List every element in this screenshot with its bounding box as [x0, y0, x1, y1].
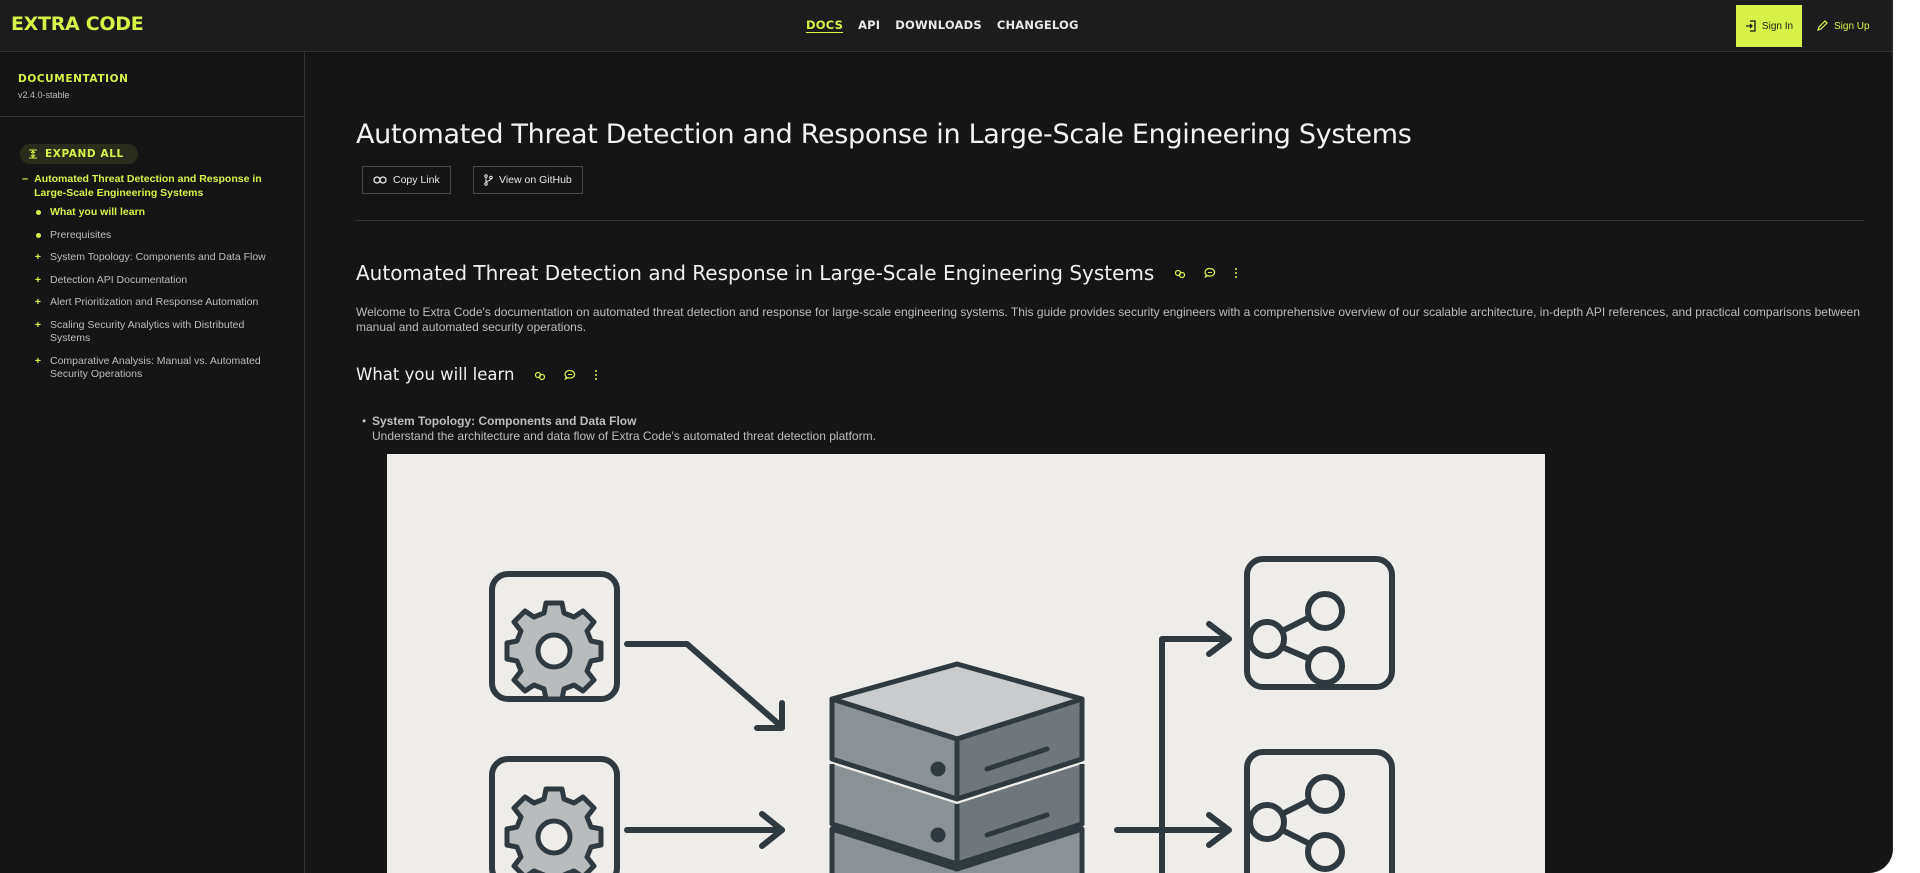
expand-all-label: EXPAND ALL	[45, 148, 124, 160]
tree-root-label: Automated Threat Detection and Response …	[34, 173, 262, 199]
primary-nav: DOCS API DOWNLOADS CHANGELOG	[806, 18, 1079, 32]
sidebar-header: DOCUMENTATION v2.4.0-stable	[0, 52, 304, 117]
collapse-icon[interactable]: –	[22, 172, 28, 200]
nav-api[interactable]: API	[858, 18, 880, 32]
bullet-icon: •	[362, 414, 367, 428]
sidebar-title: DOCUMENTATION	[18, 73, 129, 85]
sidebar-item-alert-prioritization[interactable]: + Alert Prioritization and Response Auto…	[34, 296, 284, 310]
comment-icon[interactable]	[564, 369, 576, 381]
expand-icon	[29, 149, 37, 159]
nav-docs[interactable]: DOCS	[806, 18, 843, 32]
more-options-icon[interactable]	[594, 369, 598, 381]
list-item-title: System Topology: Components and Data Flo…	[372, 414, 637, 428]
sign-in-button[interactable]: Sign In	[1736, 5, 1802, 47]
sidebar-item-label: Alert Prioritization and Response Automa…	[50, 296, 259, 308]
topology-illustration	[489, 556, 1395, 873]
sidebar-item-label: What you will learn	[50, 206, 146, 218]
gear-icon	[504, 786, 604, 873]
sidebar-item-label: Scaling Security Analytics with Distribu…	[50, 318, 245, 345]
page-title: Automated Threat Detection and Response …	[356, 119, 1412, 150]
heading-actions	[1174, 267, 1238, 279]
list-item-description: Understand the architecture and data flo…	[372, 429, 876, 443]
tree-children: What you will learn Prerequisites + Syst…	[22, 206, 284, 382]
comment-icon[interactable]	[1204, 267, 1216, 279]
version-label: v2.4.0-stable	[18, 90, 70, 100]
arrow-split-right	[1114, 636, 1230, 873]
section-heading: Automated Threat Detection and Response …	[356, 261, 1238, 285]
expand-plus-icon[interactable]: +	[34, 355, 42, 382]
sidebar-item-label: System Topology: Components and Data Flo…	[50, 251, 266, 263]
sidebar-item-label: Detection API Documentation	[50, 273, 188, 286]
expand-all-button[interactable]: EXPAND ALL	[20, 144, 138, 164]
main-content: Automated Threat Detection and Response …	[306, 52, 1892, 873]
sidebar-item-comparative-analysis[interactable]: + Comparative Analysis: Manual vs. Autom…	[34, 355, 284, 382]
share-icon	[1247, 591, 1345, 686]
sidebar-item-scaling-analytics[interactable]: + Scaling Security Analytics with Distri…	[34, 319, 284, 346]
expand-plus-icon[interactable]: +	[34, 251, 42, 265]
sidebar-item-label: Prerequisites	[50, 228, 112, 241]
sign-in-label: Sign In	[1761, 20, 1794, 32]
expand-plus-icon[interactable]: +	[34, 319, 42, 346]
pencil-icon	[1817, 20, 1828, 31]
sidebar-item-prerequisites[interactable]: Prerequisites	[34, 229, 284, 243]
branch-icon	[484, 174, 493, 186]
expand-plus-icon[interactable]: +	[34, 274, 42, 288]
view-on-github-label: View on GitHub	[499, 174, 572, 186]
sign-up-label: Sign Up	[1834, 20, 1870, 32]
subsection-title: What you will learn	[356, 365, 515, 384]
section-title: Automated Threat Detection and Response …	[356, 261, 1155, 285]
database-server-icon	[829, 661, 1085, 873]
bullet-dot-icon	[34, 229, 42, 243]
brand-logo[interactable]: EXTRA CODE	[11, 13, 144, 35]
copy-link-label: Copy Link	[393, 174, 440, 186]
gear-icon	[504, 600, 604, 702]
app-window: EXTRA CODE DOCS API DOWNLOADS CHANGELOG …	[0, 0, 1893, 873]
arrow-top-left	[624, 641, 785, 730]
header-divider	[356, 220, 1864, 221]
copy-link-button[interactable]: Copy Link	[362, 166, 451, 194]
anchor-link-icon[interactable]	[534, 369, 546, 381]
view-on-github-button[interactable]: View on GitHub	[473, 166, 583, 194]
doc-tree: – Automated Threat Detection and Respons…	[22, 172, 284, 391]
nav-downloads[interactable]: DOWNLOADS	[895, 18, 982, 32]
intro-paragraph: Welcome to Extra Code's documentation on…	[356, 305, 1860, 334]
sign-up-button[interactable]: Sign Up	[1816, 5, 1870, 47]
nav-changelog[interactable]: CHANGELOG	[997, 18, 1079, 32]
subheading-actions	[534, 369, 598, 381]
sidebar-item-system-topology[interactable]: + System Topology: Components and Data F…	[34, 251, 284, 265]
docs-sidebar: DOCUMENTATION v2.4.0-stable EXPAND ALL –…	[0, 52, 305, 873]
expand-plus-icon[interactable]: +	[34, 296, 42, 310]
more-options-icon[interactable]	[1234, 267, 1238, 279]
sidebar-item-label: Comparative Analysis: Manual vs. Automat…	[50, 354, 261, 381]
top-navbar: EXTRA CODE DOCS API DOWNLOADS CHANGELOG …	[0, 0, 1892, 52]
sidebar-item-what-you-will-learn[interactable]: What you will learn	[34, 206, 284, 220]
login-icon	[1745, 20, 1756, 32]
subsection-heading: What you will learn	[356, 365, 598, 384]
topology-diagram-image	[387, 454, 1545, 873]
link-icon	[373, 176, 387, 184]
list-item: • System Topology: Components and Data F…	[362, 414, 876, 444]
share-icon	[1247, 774, 1345, 872]
anchor-link-icon[interactable]	[1174, 267, 1186, 279]
bullet-dot-icon	[34, 206, 42, 220]
tree-root-item[interactable]: – Automated Threat Detection and Respons…	[22, 172, 284, 200]
sidebar-item-detection-api[interactable]: + Detection API Documentation	[34, 274, 284, 288]
